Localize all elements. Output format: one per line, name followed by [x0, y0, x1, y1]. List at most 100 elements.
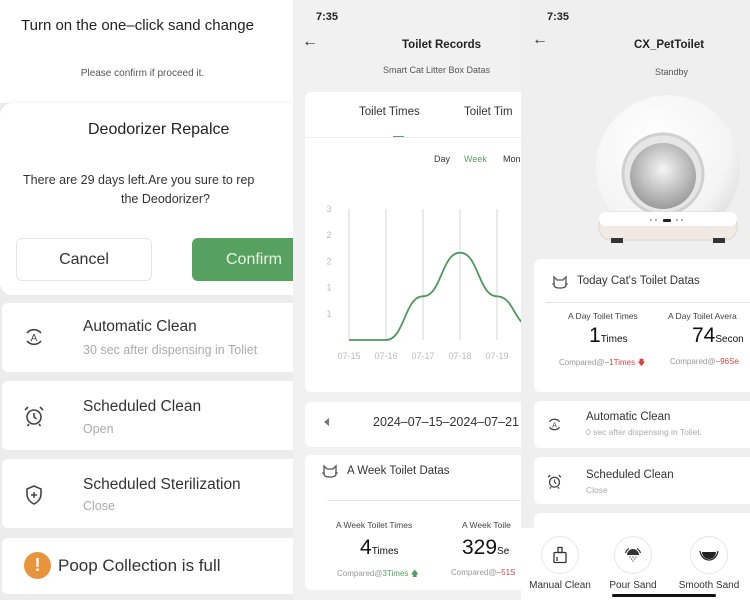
page-title: Toilet Records	[402, 39, 482, 51]
tab-toilet-time-duration[interactable]: Toilet Tim	[464, 106, 513, 118]
week-duration-value: 329Se	[462, 536, 509, 560]
compare-prefix: Compared@	[337, 569, 383, 578]
cat-icon	[322, 464, 338, 478]
setting-subtitle: Close	[83, 499, 115, 513]
pour-sand-icon	[614, 536, 652, 574]
week-duration-label: A Week Toile	[462, 520, 511, 530]
range-month[interactable]: Mon	[503, 154, 521, 164]
week-duration-compare: Compared@−51S	[451, 568, 515, 577]
svg-text:A: A	[552, 421, 557, 429]
confirm-button[interactable]: Confirm	[192, 238, 293, 281]
sand-change-subtitle: Please confirm if proceed it.	[80, 68, 205, 79]
week-times-compare: Compared@3Times 🡅	[337, 568, 419, 582]
device-status: Standby	[655, 67, 689, 77]
status-time: 7:35	[547, 11, 570, 23]
compare-value: −96Se	[715, 357, 739, 366]
svg-text:A: A	[31, 333, 38, 344]
day-average-compare: Compared@−96Se	[670, 357, 739, 366]
value-unit: Times	[600, 334, 628, 345]
back-arrow-icon[interactable]: ←	[302, 33, 318, 51]
smooth-sand-button[interactable]: Smooth Sand	[669, 536, 749, 591]
action-bar: Manual Clean Pour Sand Smooth Sand	[521, 528, 750, 600]
date-range-card: 2024–07–15–2024–07–21	[305, 402, 521, 447]
setting-automatic-clean[interactable]: A Automatic Clean 30 sec after dispensin…	[2, 303, 293, 372]
deodorizer-message: There are 29 days left.Are you sure to r…	[23, 173, 255, 187]
week-times-label: A Week Toilet Times	[336, 520, 413, 530]
warning-icon: !	[24, 552, 51, 579]
cancel-button[interactable]: Cancel	[16, 238, 152, 281]
y-tick-label: 2	[326, 256, 331, 266]
x-tick-label: 07-18	[448, 351, 471, 361]
home-indicator[interactable]	[612, 594, 716, 597]
y-tick-label: 1	[326, 309, 331, 319]
sand-change-dialog: Turn on the one–click sand change Please…	[0, 0, 293, 103]
tab-divider	[305, 137, 521, 138]
chart-card: Toilet Times Toilet Tim Day Week Mon 07-…	[305, 92, 521, 392]
value-unit: Times	[371, 546, 399, 557]
compare-prefix: Compared@	[670, 357, 716, 366]
poop-full-alert[interactable]: ! Poop Collection is full	[2, 538, 293, 594]
setting-scheduled-clean[interactable]: Scheduled Clean Open	[2, 381, 293, 450]
action-label: Pour Sand	[609, 580, 657, 591]
day-times-compare: Compared@−1Times 🡇	[559, 357, 646, 371]
pet-toilet-device-screen: 7:35 ← CX_PetToilet Standby Today Cat's …	[521, 0, 750, 600]
setting-subtitle: 30 sec after dispensing in Toliet	[83, 343, 258, 357]
smooth-sand-icon	[690, 536, 728, 574]
setting-scheduled-sterilization[interactable]: Scheduled Sterilization Close	[2, 459, 293, 528]
pour-sand-button[interactable]: Pour Sand	[598, 536, 668, 591]
setting-title: Scheduled Clean	[586, 469, 674, 481]
toilet-times-chart: 07-1507-1607-1707-1807-1907-2011223	[326, 204, 521, 361]
back-arrow-icon[interactable]: ←	[532, 31, 548, 49]
action-label: Manual Clean	[529, 580, 591, 591]
week-section-title: A Week Toilet Datas	[347, 465, 450, 477]
setting-title: Automatic Clean	[586, 411, 671, 423]
deodorizer-dialog: Deodorizer Repalce There are 29 days lef…	[0, 103, 293, 295]
range-day[interactable]: Day	[434, 154, 450, 164]
value-unit: Se	[497, 546, 510, 557]
device-title: CX_PetToilet	[634, 39, 705, 51]
setting-subtitle: Close	[586, 485, 608, 495]
compare-value: −1Times	[604, 358, 636, 367]
today-data-card: Today Cat's Toilet Datas A Day Toilet Ti…	[534, 259, 750, 392]
week-times-value: 4Times	[360, 536, 399, 560]
y-tick-label: 1	[326, 283, 331, 293]
compare-prefix: Compared@	[451, 568, 497, 577]
section-divider	[546, 302, 750, 303]
action-label: Smooth Sand	[678, 580, 740, 591]
auto-clean-icon: A	[26, 328, 42, 346]
alarm-clock-icon	[24, 406, 44, 427]
setting-subtitle: Open	[83, 422, 114, 436]
range-week[interactable]: Week	[464, 154, 487, 164]
x-tick-label: 07-16	[374, 351, 397, 361]
day-average-label: A Day Toilet Avera	[668, 311, 737, 321]
value-number: 329	[462, 536, 498, 559]
deodorizer-message-2: the Deodorizer?	[121, 192, 210, 206]
alert-text: Poop Collection is full	[58, 556, 221, 575]
x-tick-label: 07-17	[411, 351, 434, 361]
sand-change-title: Turn on the one–click sand change	[21, 17, 254, 34]
day-times-value: 1Times	[589, 324, 628, 348]
day-times-label: A Day Toilet Times	[568, 311, 638, 321]
x-tick-label: 07-19	[485, 351, 508, 361]
tab-toilet-times[interactable]: Toilet Times	[359, 106, 420, 118]
y-tick-label: 2	[326, 230, 331, 240]
date-range: 2024–07–15–2024–07–21	[373, 415, 519, 429]
auto-clean-icon: A	[549, 418, 560, 431]
compare-value: 3Times	[382, 569, 409, 578]
x-tick-label: 07-15	[337, 351, 360, 361]
page-subtitle: Smart Cat Litter Box Datas	[383, 65, 491, 75]
litter-box-image	[596, 95, 740, 243]
value-number: 4	[360, 536, 372, 559]
arrow-up-icon: 🡅	[410, 569, 419, 578]
setting-title: Automatic Clean	[83, 318, 197, 335]
setting-scheduled-clean[interactable]: Scheduled Clean Close	[534, 457, 750, 504]
value-unit: Secon	[715, 334, 744, 345]
day-average-value: 74Secon	[692, 324, 744, 348]
week-data-card: A Week Toilet Datas A Week Toilet Times …	[305, 455, 521, 590]
setting-automatic-clean[interactable]: A Automatic Clean 0 sec after dispensing…	[534, 401, 750, 448]
previous-week-icon[interactable]	[324, 418, 329, 426]
manual-clean-button[interactable]: Manual Clean	[525, 536, 595, 591]
section-divider	[327, 500, 521, 501]
left-screen: Turn on the one–click sand change Please…	[0, 0, 293, 600]
setting-title: Scheduled Clean	[83, 398, 202, 415]
